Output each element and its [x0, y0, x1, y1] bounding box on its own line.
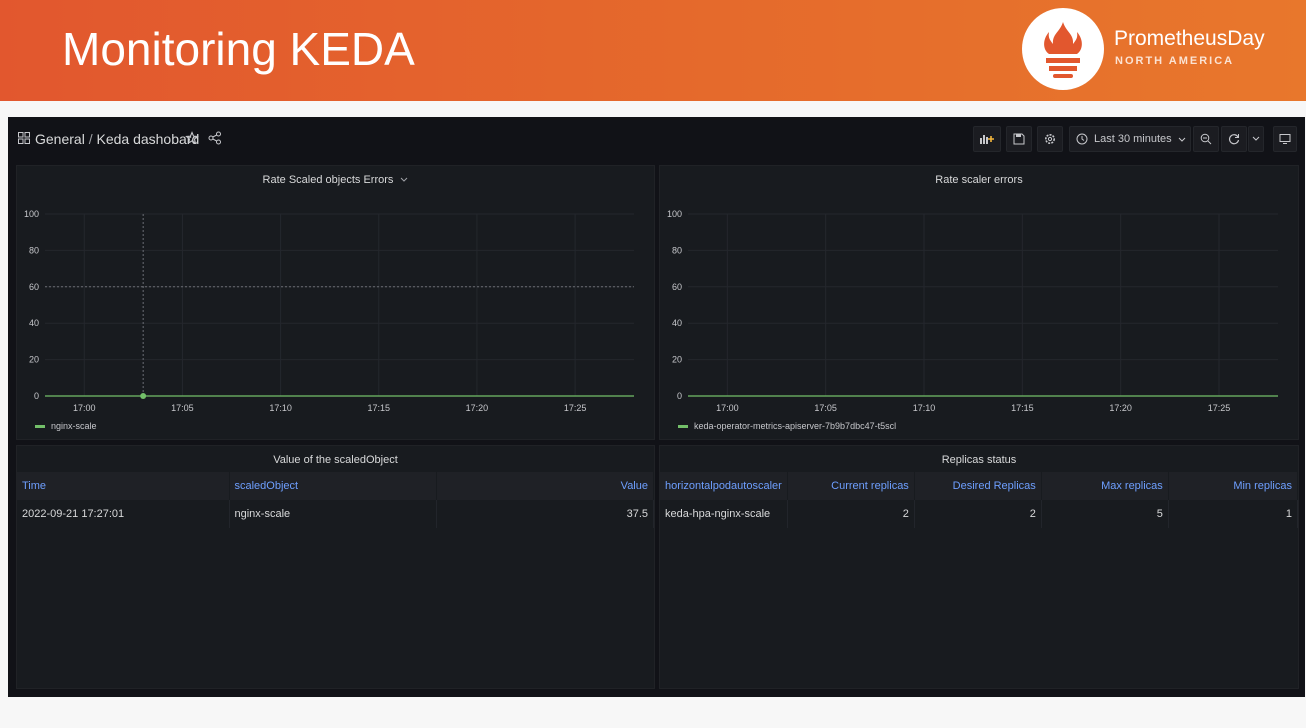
refresh-button[interactable] — [1221, 126, 1247, 152]
x-tick-label: 17:20 — [1109, 403, 1132, 413]
legend-swatch — [678, 425, 688, 429]
zoom-out-button[interactable] — [1193, 126, 1219, 152]
legend-series-name: nginx-scale — [51, 421, 97, 431]
table-cell: 2022-09-21 17:27:01 — [17, 500, 230, 528]
y-tick-label: 60 — [29, 282, 39, 292]
settings-icon — [1045, 134, 1055, 144]
logo-subtitle: NORTH AMERICA — [1115, 55, 1235, 67]
breadcrumb-dashboard-name[interactable]: Keda dashobard — [96, 131, 199, 147]
panel-rate-scaler-errors[interactable]: Rate scaler errors 0 20 40 60 80 100 17:00 17:0… — [659, 165, 1299, 440]
data-table: horizontalpodautoscaler Current replicas… — [660, 472, 1299, 528]
logo-name: PrometheusDay — [1114, 27, 1265, 50]
dashboard-toolbar: General / Keda dashobard Last 30 minutes — [8, 117, 1305, 161]
chevron-down-icon — [1252, 136, 1260, 141]
chart-legend[interactable]: nginx-scale — [35, 421, 97, 431]
clock-icon — [1076, 133, 1088, 145]
x-tick-label: 17:15 — [1011, 403, 1034, 413]
x-tick-label: 17:10 — [913, 403, 936, 413]
slide-divider — [0, 101, 1306, 117]
breadcrumb: General / Keda dashobard — [35, 131, 199, 147]
slide-title: Monitoring KEDA — [62, 23, 415, 75]
time-series-chart[interactable]: 0 20 40 60 80 100 17:00 17:05 17:10 17:15 17:20 17:… — [17, 166, 656, 441]
table-cell: 2 — [787, 500, 915, 528]
table-row: 2022-09-21 17:27:01 nginx-scale 37.5 — [17, 500, 654, 528]
table-row: keda-hpa-nginx-scale 2 2 5 1 — [660, 500, 1299, 528]
x-tick-label: 17:15 — [368, 403, 391, 413]
breadcrumb-folder[interactable]: General — [35, 131, 85, 147]
column-header[interactable]: Value — [436, 472, 654, 500]
y-tick-label: 0 — [677, 391, 682, 401]
slide-header: Monitoring KEDA PrometheusDay NORTH AMER… — [0, 0, 1306, 101]
time-range-picker[interactable]: Last 30 minutes — [1069, 126, 1191, 152]
x-tick-label: 17:25 — [1208, 403, 1231, 413]
add-panel-icon — [980, 135, 994, 144]
panel-replicas-status[interactable]: Replicas status horizontalpodautoscaler … — [659, 445, 1299, 689]
breadcrumb-separator: / — [88, 131, 93, 147]
y-tick-label: 60 — [672, 282, 682, 292]
refresh-icon — [1228, 134, 1240, 145]
column-header[interactable]: Min replicas — [1168, 472, 1299, 500]
star-icon[interactable] — [185, 131, 199, 145]
prometheus-logo — [1022, 8, 1104, 90]
x-tick-label: 17:10 — [269, 403, 292, 413]
chart-legend[interactable]: keda-operator-metrics-apiserver-7b9b7dbc… — [678, 421, 896, 431]
table-cell: 5 — [1041, 500, 1169, 528]
tv-mode-icon — [1279, 134, 1291, 144]
column-header[interactable]: Max replicas — [1041, 472, 1169, 500]
chevron-down-icon — [1178, 137, 1186, 142]
table-cell: 2 — [914, 500, 1042, 528]
legend-swatch — [35, 425, 45, 429]
x-tick-label: 17:25 — [564, 403, 587, 413]
table-cell: 1 — [1168, 500, 1299, 528]
time-range-label: Last 30 minutes — [1094, 133, 1172, 145]
add-panel-button[interactable] — [973, 126, 1001, 152]
y-tick-label: 80 — [29, 245, 39, 255]
column-header[interactable]: scaledObject — [229, 472, 437, 500]
table-header-row: horizontalpodautoscaler Current replicas… — [660, 472, 1299, 500]
y-tick-label: 40 — [29, 318, 39, 328]
share-icon[interactable] — [208, 131, 222, 145]
data-table: Time scaledObject Value 2022-09-21 17:27… — [17, 472, 654, 528]
panel-value-of-scaledobject[interactable]: Value of the scaledObject Time scaledObj… — [16, 445, 655, 689]
dashboard-settings-button[interactable] — [1037, 126, 1063, 152]
panel-rate-scaled-objects-errors[interactable]: Rate Scaled objects Errors 0 20 40 60 80 100 1… — [16, 165, 655, 440]
table-header-row: Time scaledObject Value — [17, 472, 654, 500]
save-dashboard-button[interactable] — [1006, 126, 1032, 152]
y-tick-label: 100 — [24, 209, 39, 219]
y-tick-label: 0 — [34, 391, 39, 401]
table-cell: 37.5 — [436, 500, 654, 528]
panel-title: Replicas status — [941, 454, 1017, 466]
x-tick-label: 17:00 — [716, 403, 739, 413]
refresh-interval-dropdown[interactable] — [1248, 126, 1264, 152]
zoom-out-icon — [1200, 133, 1212, 145]
table-cell: keda-hpa-nginx-scale — [660, 500, 788, 528]
hover-point[interactable] — [140, 393, 147, 399]
time-series-chart[interactable]: 0 20 40 60 80 100 17:00 17:05 17:10 17:15 17:20 17:… — [660, 166, 1300, 441]
y-tick-label: 20 — [29, 355, 39, 365]
x-tick-label: 17:05 — [171, 403, 194, 413]
legend-series-name: keda-operator-metrics-apiserver-7b9b7dbc… — [694, 421, 897, 431]
grafana-dashboard: General / Keda dashobard Last 30 minutes… — [8, 117, 1305, 697]
y-tick-label: 20 — [672, 355, 682, 365]
save-icon — [1013, 133, 1025, 145]
x-tick-label: 17:00 — [73, 403, 96, 413]
y-tick-label: 100 — [667, 209, 682, 219]
y-tick-label: 80 — [672, 245, 682, 255]
x-tick-label: 17:20 — [466, 403, 489, 413]
x-tick-label: 17:05 — [814, 403, 837, 413]
column-header[interactable]: horizontalpodautoscaler — [660, 472, 788, 500]
column-header[interactable]: Current replicas — [787, 472, 915, 500]
dashboards-grid-icon[interactable] — [18, 132, 30, 144]
tv-mode-button[interactable] — [1273, 126, 1297, 152]
y-tick-label: 40 — [672, 318, 682, 328]
column-header[interactable]: Desired Replicas — [914, 472, 1042, 500]
table-cell: nginx-scale — [229, 500, 437, 528]
column-header[interactable]: Time — [17, 472, 230, 500]
panel-title: Value of the scaledObject — [273, 454, 398, 466]
